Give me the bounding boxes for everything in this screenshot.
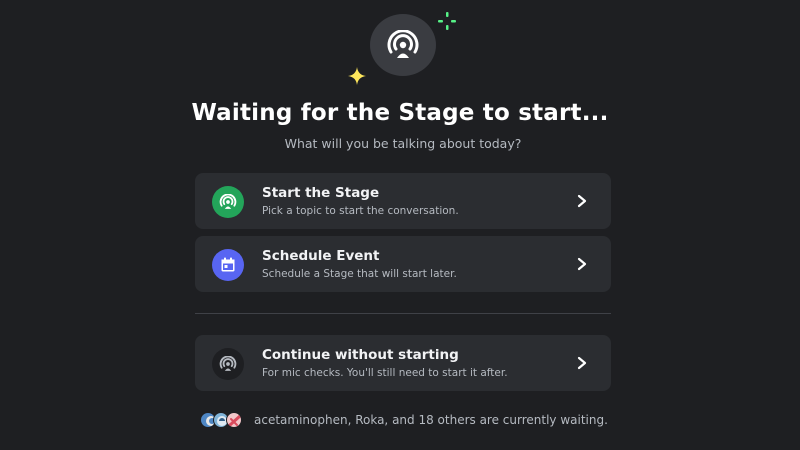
stage-hero-icon — [370, 14, 436, 76]
waiting-users-row: acetaminophen, Roka, and 18 others are c… — [200, 410, 608, 430]
schedule-event-description: Schedule a Stage that will start later. — [262, 268, 457, 280]
schedule-event-button[interactable]: Schedule Event Schedule a Stage that wil… — [195, 236, 611, 292]
continue-without-starting-button[interactable]: Continue without starting For mic checks… — [195, 335, 611, 391]
divider — [195, 313, 611, 314]
waiting-users-text: acetaminophen, Roka, and 18 others are c… — [254, 413, 608, 427]
start-stage-icon-badge — [212, 186, 244, 218]
start-stage-button[interactable]: Start the Stage Pick a topic to start th… — [195, 173, 611, 229]
sparkle-yellow-icon — [348, 67, 366, 85]
continue-title: Continue without starting — [262, 347, 459, 363]
chevron-right-icon — [577, 194, 587, 208]
schedule-event-icon-badge — [212, 249, 244, 281]
calendar-icon — [221, 257, 235, 272]
stage-icon — [387, 30, 419, 58]
avatar — [226, 412, 242, 428]
continue-icon-badge — [212, 348, 244, 380]
sparkle-green-icon — [438, 12, 456, 30]
stage-icon — [219, 356, 237, 371]
stage-waiting-screen: Waiting for the Stage to start... What w… — [0, 0, 800, 450]
start-stage-title: Start the Stage — [262, 185, 380, 201]
chevron-right-icon — [577, 257, 587, 271]
start-stage-description: Pick a topic to start the conversation. — [262, 205, 459, 217]
schedule-event-title: Schedule Event — [262, 248, 380, 264]
stage-icon — [219, 194, 237, 209]
page-title: Waiting for the Stage to start... — [191, 100, 609, 126]
continue-description: For mic checks. You'll still need to sta… — [262, 367, 508, 379]
avatar-stack — [200, 411, 248, 429]
chevron-right-icon — [577, 356, 587, 370]
page-subtitle: What will you be talking about today? — [284, 136, 522, 151]
